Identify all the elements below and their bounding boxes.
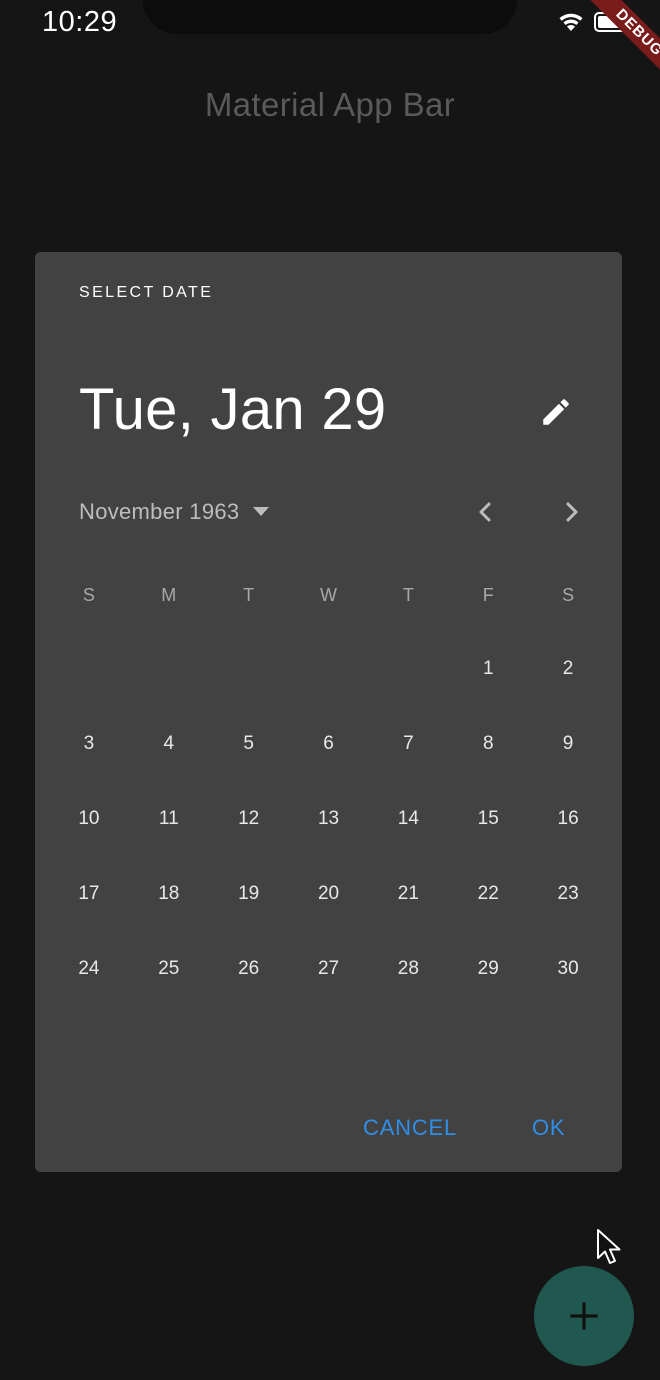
day-cell[interactable]: 13 [289, 782, 369, 857]
month-year-selector[interactable]: November 1963 [79, 494, 270, 530]
day-cell[interactable]: 22 [448, 856, 528, 931]
day-cell[interactable]: 19 [209, 856, 289, 931]
selected-date: Tue, Jan 29 [79, 377, 387, 442]
day-cell[interactable]: 6 [289, 707, 369, 782]
next-month-button[interactable] [553, 494, 589, 530]
caret-down-icon [253, 507, 270, 516]
ok-button[interactable]: OK [532, 1110, 565, 1146]
day-cell[interactable]: 25 [129, 931, 209, 1006]
weekday-header: SMTWTFS [49, 582, 608, 608]
day-cell[interactable]: 14 [368, 782, 448, 857]
empty-day-cell [368, 632, 448, 707]
day-cell[interactable]: 26 [209, 931, 289, 1006]
dialog-header-label: SELECT DATE [79, 284, 214, 301]
empty-day-cell [49, 632, 129, 707]
status-bar: 10:29 DEBUG [0, 0, 660, 87]
day-cell[interactable]: 17 [49, 856, 129, 931]
day-cell[interactable]: 8 [448, 707, 528, 782]
day-cell[interactable]: 9 [528, 707, 608, 782]
weekday-label: S [562, 585, 575, 605]
day-cell[interactable]: 16 [528, 782, 608, 857]
month-year-label: November 1963 [79, 499, 240, 524]
status-time: 10:29 [42, 6, 118, 38]
day-cell[interactable]: 4 [129, 707, 209, 782]
previous-month-button[interactable] [468, 494, 504, 530]
mouse-cursor-icon [597, 1229, 621, 1264]
debug-banner-label: DEBUG [585, 0, 660, 87]
day-cell[interactable]: 11 [129, 782, 209, 857]
day-cell[interactable]: 30 [528, 931, 608, 1006]
plus-icon [570, 1302, 598, 1330]
debug-banner: DEBUG [570, 0, 660, 90]
day-cell[interactable]: 23 [528, 856, 608, 931]
day-cell[interactable]: 20 [289, 856, 369, 931]
day-cell[interactable]: 3 [49, 707, 129, 782]
day-cell[interactable]: 10 [49, 782, 129, 857]
day-cell[interactable]: 1 [448, 632, 528, 707]
day-cell[interactable]: 28 [368, 931, 448, 1006]
edit-mode-button[interactable] [532, 388, 580, 436]
empty-day-cell [209, 632, 289, 707]
day-cell[interactable]: 12 [209, 782, 289, 857]
add-fab-button[interactable] [534, 1266, 634, 1366]
weekday-label: T [243, 585, 255, 605]
empty-day-cell [129, 632, 209, 707]
day-cell[interactable]: 18 [129, 856, 209, 931]
chevron-right-icon [566, 502, 578, 522]
empty-day-cell [289, 632, 369, 707]
weekday-label: M [161, 585, 177, 605]
day-cell[interactable]: 15 [448, 782, 528, 857]
date-picker-dialog: SELECT DATE Tue, Jan 29 November 1963 S M… [35, 252, 622, 1264]
day-cell[interactable]: 27 [289, 931, 369, 1006]
weekday-label: T [402, 585, 414, 605]
chevron-left-icon [479, 502, 491, 522]
day-cell[interactable]: 21 [368, 856, 448, 931]
day-cell[interactable]: 24 [49, 931, 129, 1006]
day-cell[interactable]: 5 [209, 707, 289, 782]
pencil-icon [543, 399, 569, 425]
device-notch [143, 0, 517, 34]
day-cell[interactable]: 7 [368, 707, 448, 782]
calendar-grid: 1 2 3 4 5 6 7 8 9 10 11 12 13 14 15 16 17 18 19 20 21 22 23 24 2… [49, 632, 608, 1006]
cancel-button[interactable]: CANCEL [363, 1110, 457, 1146]
weekday-label: F [482, 585, 494, 605]
day-cell[interactable]: 29 [448, 931, 528, 1006]
weekday-label: S [82, 585, 95, 605]
app-bar-title: Material App Bar [204, 86, 456, 123]
weekday-label: W [320, 585, 337, 605]
day-cell[interactable]: 2 [528, 632, 608, 707]
